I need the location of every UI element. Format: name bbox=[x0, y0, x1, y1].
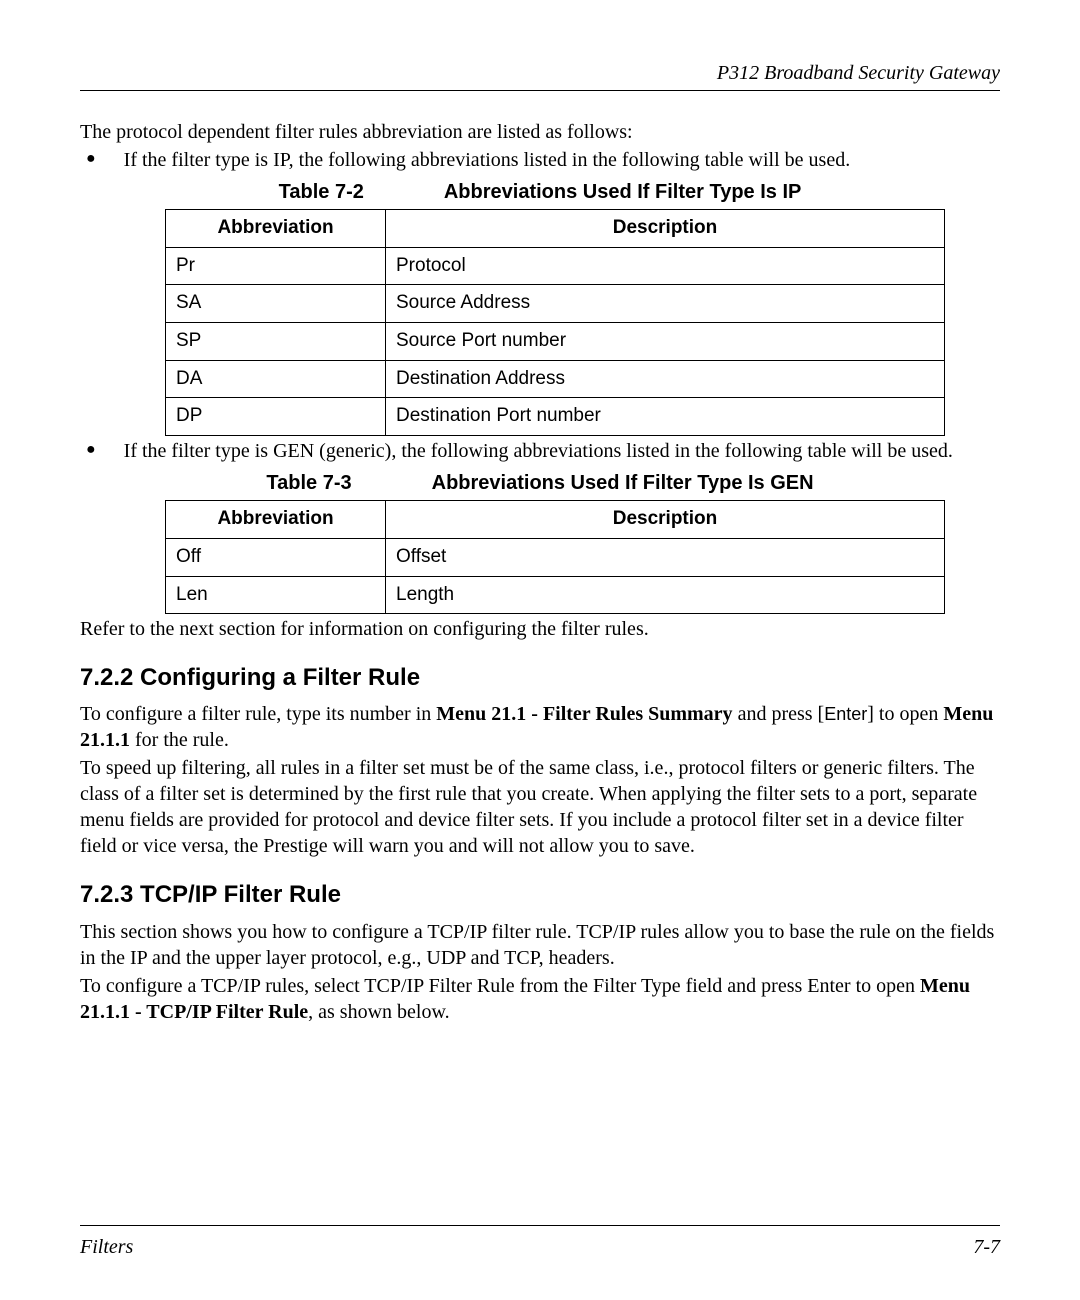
table-7-3: Abbreviation Description Off Offset Len … bbox=[165, 500, 945, 614]
cell-desc: Source Port number bbox=[386, 323, 945, 361]
cell-abbr: SA bbox=[166, 285, 386, 323]
p1-end: for the rule. bbox=[130, 729, 229, 751]
section-7-2-2-p2: To speed up filtering, all rules in a fi… bbox=[80, 755, 1000, 859]
section-7-2-3-p1: This section shows you how to configure … bbox=[80, 919, 1000, 971]
col-header-description: Description bbox=[386, 501, 945, 539]
cell-abbr: DP bbox=[166, 398, 386, 436]
page-footer: Filters 7-7 bbox=[80, 1225, 1000, 1260]
p1-pre: To configure a filter rule, type its num… bbox=[80, 703, 436, 725]
table-row: SP Source Port number bbox=[166, 323, 945, 361]
table-row: Pr Protocol bbox=[166, 247, 945, 285]
table-row: DA Destination Address bbox=[166, 360, 945, 398]
cell-desc: Source Address bbox=[386, 285, 945, 323]
cell-desc: Destination Port number bbox=[386, 398, 945, 436]
table-7-2: Abbreviation Description Pr Protocol SA … bbox=[165, 209, 945, 436]
footer-left: Filters bbox=[80, 1234, 133, 1260]
cell-desc: Length bbox=[386, 576, 945, 614]
cell-abbr: Off bbox=[166, 538, 386, 576]
col-header-abbreviation: Abbreviation bbox=[166, 501, 386, 539]
cell-abbr: Len bbox=[166, 576, 386, 614]
footer-right: 7-7 bbox=[973, 1234, 1000, 1260]
table-7-2-caption: Table 7-2 Abbreviations Used If Filter T… bbox=[80, 179, 1000, 205]
header-title: P312 Broadband Security Gateway bbox=[717, 62, 1000, 84]
menu-21-1-label: Menu 21.1 - Filter Rules Summary bbox=[436, 703, 732, 725]
table-7-2-number: Table 7-2 bbox=[279, 179, 364, 205]
bullet-list-1: ● If the filter type is IP, the followin… bbox=[80, 147, 1000, 173]
page-header: P312 Broadband Security Gateway bbox=[80, 60, 1000, 91]
bullet-text-1: If the filter type is IP, the following … bbox=[124, 147, 1000, 173]
table-row: SA Source Address bbox=[166, 285, 945, 323]
section-7-2-2-p1: To configure a filter rule, type its num… bbox=[80, 701, 1000, 753]
table-row: Len Length bbox=[166, 576, 945, 614]
table-7-2-title: Abbreviations Used If Filter Type Is IP bbox=[444, 179, 802, 205]
cell-abbr: SP bbox=[166, 323, 386, 361]
col-header-abbreviation: Abbreviation bbox=[166, 210, 386, 248]
bullet-item-1: ● If the filter type is IP, the followin… bbox=[80, 147, 1000, 173]
table-header-row: Abbreviation Description bbox=[166, 210, 945, 248]
cell-abbr: DA bbox=[166, 360, 386, 398]
intro-paragraph: The protocol dependent filter rules abbr… bbox=[80, 119, 1000, 145]
table-header-row: Abbreviation Description bbox=[166, 501, 945, 539]
table-7-3-title: Abbreviations Used If Filter Type Is GEN bbox=[432, 470, 814, 496]
cell-abbr: Pr bbox=[166, 247, 386, 285]
bullet-icon: ● bbox=[86, 438, 96, 462]
cell-desc: Protocol bbox=[386, 247, 945, 285]
section-7-2-2-heading: 7.2.2 Configuring a Filter Rule bbox=[80, 662, 1000, 693]
enter-key: Enter bbox=[824, 704, 867, 724]
section-7-2-3-heading: 7.2.3 TCP/IP Filter Rule bbox=[80, 879, 1000, 910]
p2-post: , as shown below. bbox=[308, 1001, 449, 1023]
p2-pre: To configure a TCP/IP rules, select TCP/… bbox=[80, 975, 920, 997]
p1-post: ] to open bbox=[867, 703, 943, 725]
section-7-2-3-p2: To configure a TCP/IP rules, select TCP/… bbox=[80, 973, 1000, 1025]
cell-desc: Offset bbox=[386, 538, 945, 576]
cell-desc: Destination Address bbox=[386, 360, 945, 398]
col-header-description: Description bbox=[386, 210, 945, 248]
p1-mid: and press [ bbox=[733, 703, 825, 725]
bullet-text-2: If the filter type is GEN (generic), the… bbox=[124, 438, 1000, 464]
bullet-item-2: ● If the filter type is GEN (generic), t… bbox=[80, 438, 1000, 464]
table-7-3-caption: Table 7-3 Abbreviations Used If Filter T… bbox=[80, 470, 1000, 496]
bullet-icon: ● bbox=[86, 147, 96, 171]
table-row: Off Offset bbox=[166, 538, 945, 576]
bullet-list-2: ● If the filter type is GEN (generic), t… bbox=[80, 438, 1000, 464]
table-7-3-number: Table 7-3 bbox=[266, 470, 351, 496]
refer-paragraph: Refer to the next section for informatio… bbox=[80, 616, 1000, 642]
table-row: DP Destination Port number bbox=[166, 398, 945, 436]
